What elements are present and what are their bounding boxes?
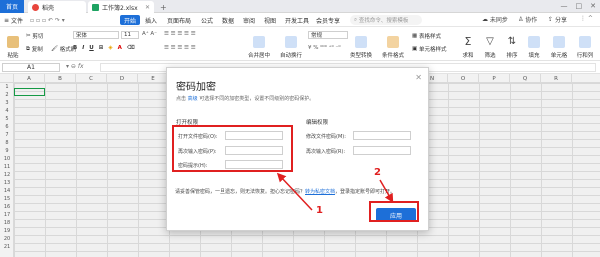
arrow-1 — [276, 172, 313, 211]
arrow-2 — [379, 179, 394, 203]
annotation-arrows — [276, 172, 394, 211]
